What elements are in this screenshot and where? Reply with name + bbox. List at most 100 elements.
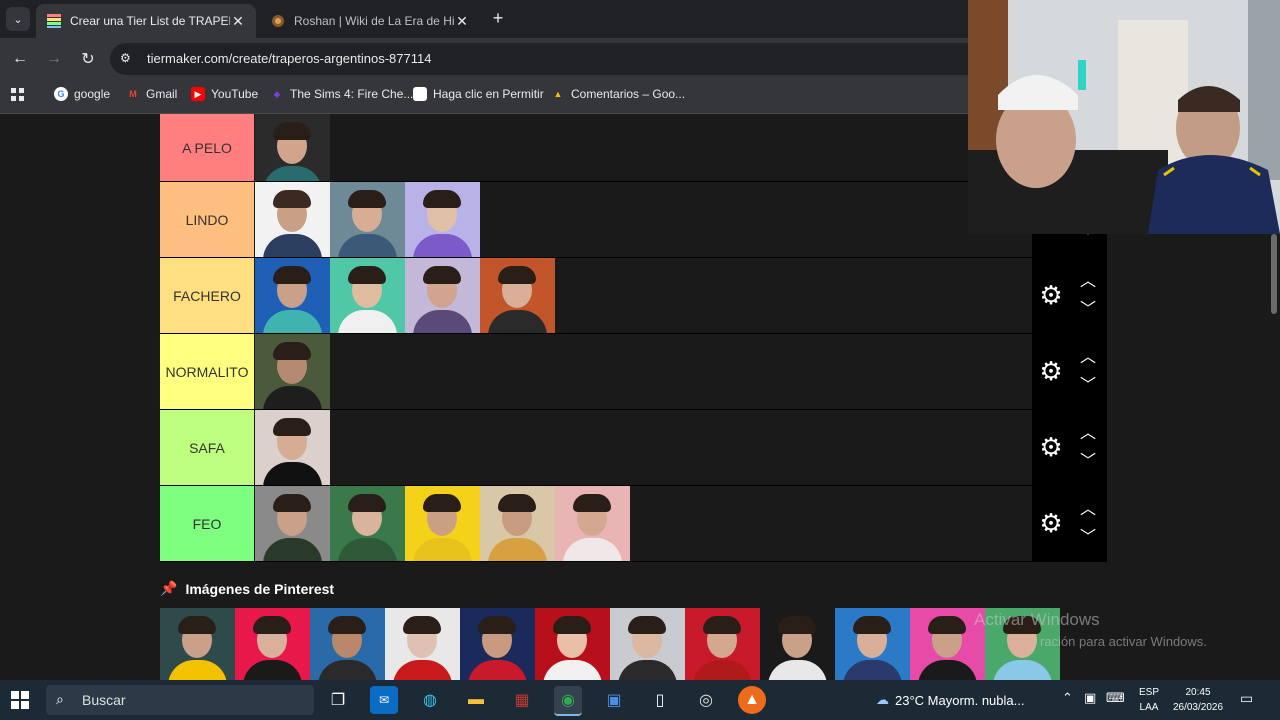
move-up-chevron-icon[interactable]: ︿ [1076, 350, 1100, 366]
tab-close-icon[interactable]: ✕ [454, 13, 470, 30]
scrollbar-thumb[interactable] [1271, 234, 1277, 314]
page-icon [413, 87, 427, 101]
rapper-image[interactable] [255, 114, 330, 181]
chrome-icon[interactable]: ◉ [554, 686, 582, 716]
tray-overflow-chevron-icon[interactable]: ⌃ [1062, 690, 1073, 706]
rapper-image[interactable] [480, 486, 555, 561]
rapper-image[interactable] [385, 608, 460, 680]
tier-label[interactable]: A PELO [160, 114, 254, 181]
rapper-image[interactable] [405, 182, 480, 257]
rapper-image[interactable] [555, 486, 630, 561]
tier-items [255, 486, 630, 561]
rapper-image[interactable] [235, 608, 310, 680]
tier-label[interactable]: LINDO [160, 182, 254, 257]
gear-icon[interactable]: ⚙ [1038, 434, 1064, 460]
tier-label[interactable]: FACHERO [160, 258, 254, 333]
windows-start-icon[interactable] [10, 690, 30, 710]
move-down-chevron-icon[interactable]: ﹀ [1076, 378, 1100, 394]
tab-search-button[interactable]: ⌄ [6, 7, 30, 31]
file-explorer-icon[interactable]: ▬ [462, 686, 490, 714]
system-clock[interactable]: 20:45 26/03/2026 [1168, 685, 1228, 715]
tier-items [255, 258, 555, 333]
winrar-icon[interactable]: ▦ [508, 686, 536, 714]
rapper-image[interactable] [405, 258, 480, 333]
site-info-icon[interactable]: ⚙ [120, 51, 136, 67]
rapper-image[interactable] [835, 608, 910, 680]
move-up-chevron-icon[interactable]: ︿ [1076, 502, 1100, 518]
tray-device-icon[interactable]: ▣ [1084, 690, 1096, 706]
tier-items [255, 334, 330, 409]
edge-icon[interactable]: ◍ [416, 686, 444, 714]
bookmark-sims[interactable]: ◆ The Sims 4: Fire Che... [270, 87, 413, 101]
rapper-image[interactable] [255, 486, 330, 561]
bookmark-gmail[interactable]: M Gmail [126, 87, 177, 101]
bookmark-comentarios[interactable]: ▲ Comentarios – Goo... [551, 87, 685, 101]
tier-row: A PELO [160, 114, 1107, 182]
clock-time: 20:45 [1185, 687, 1211, 698]
rapper-image[interactable] [255, 410, 330, 485]
forward-arrow-icon[interactable]: → [42, 47, 66, 71]
reload-icon[interactable]: ↻ [76, 47, 100, 71]
rapper-image[interactable] [310, 608, 385, 680]
bookmark-label: YouTube [211, 87, 259, 101]
taskbar-search-box[interactable]: ⌕ Buscar [46, 685, 314, 715]
outlook-icon[interactable]: ✉ [370, 686, 398, 714]
notepad-icon[interactable]: ▯ [646, 686, 674, 714]
rapper-image[interactable] [255, 258, 330, 333]
gear-icon[interactable]: ⚙ [1038, 282, 1064, 308]
rapper-image[interactable] [160, 608, 235, 680]
weather-text: 23°C Mayorm. nubla... [895, 692, 1025, 708]
tier-items [255, 410, 330, 485]
bookmark-youtube[interactable]: ▶ YouTube [191, 87, 258, 101]
task-view-icon[interactable]: ❐ [324, 686, 352, 714]
tab-close-icon[interactable]: ✕ [230, 13, 246, 30]
tier-label[interactable]: FEO [160, 486, 254, 561]
image-pool [160, 608, 1060, 680]
tier-row: LINDO ﹀ [160, 182, 1107, 258]
move-down-chevron-icon[interactable]: ﹀ [1076, 530, 1100, 546]
bookmark-permitir[interactable]: Haga clic en Permitir [413, 87, 544, 101]
rapper-image[interactable] [405, 486, 480, 561]
obs-icon[interactable]: ◎ [692, 686, 720, 714]
rapper-image[interactable] [330, 182, 405, 257]
language-indicator[interactable]: ESP LAA [1136, 685, 1162, 715]
tier-label[interactable]: NORMALITO [160, 334, 254, 409]
gear-icon[interactable]: ⚙ [1038, 358, 1064, 384]
gear-icon[interactable]: ⚙ [1038, 510, 1064, 536]
keyboard-icon[interactable]: ⌨ [1106, 690, 1125, 706]
move-down-chevron-icon[interactable]: ﹀ [1076, 302, 1100, 318]
rapper-image[interactable] [330, 486, 405, 561]
notifications-icon[interactable]: ▭ [1240, 690, 1253, 707]
bookmark-google[interactable]: G google [54, 87, 110, 101]
tier-items [255, 114, 330, 181]
tier-controls: ⚙ ︿ ﹀ [1032, 410, 1107, 485]
rapper-image[interactable] [610, 608, 685, 680]
rapper-image[interactable] [535, 608, 610, 680]
tier-label[interactable]: SAFA [160, 410, 254, 485]
rapper-image[interactable] [685, 608, 760, 680]
lang-code: ESP [1138, 687, 1159, 698]
bookmark-label: Comentarios – Goo... [571, 87, 686, 101]
rapper-image[interactable] [255, 182, 330, 257]
tier-row: FACHERO ⚙ ︿ ﹀ [160, 258, 1107, 334]
rapper-image[interactable] [330, 258, 405, 333]
apps-grid-icon[interactable] [10, 87, 26, 103]
windows-taskbar: ⌕ Buscar ❐ ✉ ◍ ▬ ▦ ◉ ▣ ▯ ◎ ▲ ☁ 23°C Mayo… [0, 680, 1280, 720]
move-up-chevron-icon[interactable]: ︿ [1076, 274, 1100, 290]
new-tab-plus-icon[interactable]: + [486, 6, 510, 30]
bookmark-label: Gmail [146, 87, 178, 101]
pin-icon: 📌 [160, 580, 178, 596]
rapper-image[interactable] [255, 334, 330, 409]
rapper-image[interactable] [760, 608, 835, 680]
tab-title: Roshan | Wiki de La Era de Hielo [294, 14, 454, 28]
weather-widget[interactable]: ☁ 23°C Mayorm. nubla... [876, 686, 1024, 714]
avast-icon[interactable]: ▲ [738, 686, 766, 714]
tab-roshan-wiki[interactable]: Roshan | Wiki de La Era de Hielo ✕ [260, 4, 480, 38]
back-arrow-icon[interactable]: ← [8, 47, 32, 71]
move-up-chevron-icon[interactable]: ︿ [1076, 426, 1100, 442]
store-icon[interactable]: ▣ [600, 686, 628, 714]
tab-tiermaker[interactable]: Crear una Tier List de TRAPEROS ✕ [36, 4, 256, 38]
rapper-image[interactable] [480, 258, 555, 333]
move-down-chevron-icon[interactable]: ﹀ [1076, 454, 1100, 470]
rapper-image[interactable] [460, 608, 535, 680]
